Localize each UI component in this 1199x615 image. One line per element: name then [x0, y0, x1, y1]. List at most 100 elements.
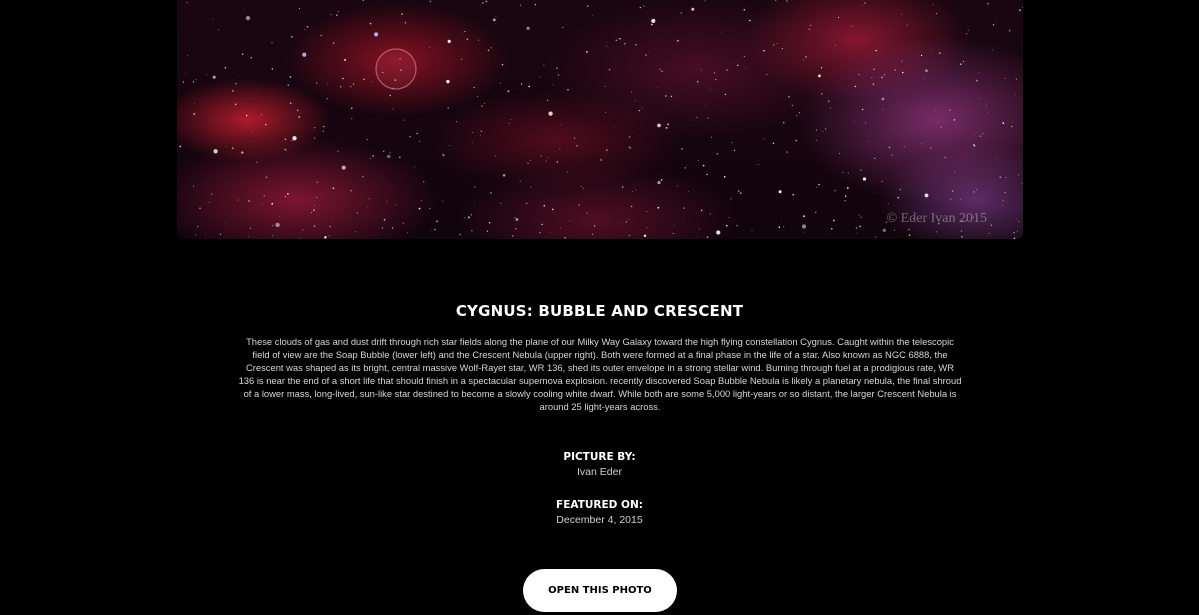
- star: [944, 156, 945, 158]
- star: [751, 230, 753, 232]
- star: [1013, 237, 1016, 239]
- star: [605, 112, 607, 113]
- star: [677, 39, 679, 42]
- star: [758, 164, 760, 166]
- star: [471, 142, 473, 144]
- star: [856, 233, 858, 235]
- star: [709, 213, 711, 215]
- star: [936, 13, 938, 14]
- star: [638, 135, 640, 137]
- star: [250, 57, 252, 59]
- star: [665, 127, 668, 129]
- star: [858, 73, 860, 76]
- star: [389, 152, 391, 154]
- star: [285, 150, 287, 152]
- star: [429, 0, 432, 3]
- star: [320, 34, 322, 37]
- star: [781, 218, 782, 220]
- star: [730, 198, 732, 200]
- star: [749, 19, 751, 22]
- star: [976, 79, 978, 82]
- star: [185, 73, 186, 75]
- star: [591, 15, 593, 17]
- star: [1002, 122, 1005, 124]
- star: [193, 185, 195, 187]
- star: [796, 114, 798, 116]
- open-photo-button[interactable]: OPEN THIS PHOTO: [523, 569, 677, 612]
- star: [430, 229, 431, 231]
- star: [625, 221, 628, 223]
- star: [842, 172, 844, 173]
- star: [1011, 125, 1013, 128]
- star: [392, 108, 394, 110]
- star: [925, 69, 928, 73]
- star: [972, 144, 975, 146]
- star: [628, 146, 631, 149]
- star: [881, 97, 885, 101]
- star: [362, 175, 364, 178]
- star: [247, 236, 249, 237]
- star: [821, 93, 823, 95]
- star: [924, 78, 925, 80]
- star: [403, 119, 405, 121]
- star: [275, 222, 280, 228]
- star: [707, 117, 709, 119]
- star: [932, 4, 934, 6]
- star: [763, 49, 765, 52]
- star: [978, 98, 980, 100]
- star: [862, 177, 867, 181]
- star: [706, 236, 709, 239]
- star: [715, 79, 717, 80]
- star: [661, 70, 663, 72]
- star: [795, 139, 797, 142]
- star: [539, 232, 541, 234]
- star: [272, 235, 274, 237]
- star: [962, 61, 964, 63]
- star: [973, 191, 975, 193]
- star: [462, 33, 463, 35]
- star: [573, 137, 576, 139]
- star: [244, 9, 245, 10]
- star: [834, 189, 836, 192]
- star: [828, 100, 830, 102]
- star: [1021, 183, 1023, 185]
- star: [492, 18, 496, 22]
- star: [271, 202, 274, 205]
- star: [960, 230, 963, 232]
- star: [449, 145, 450, 146]
- star: [1004, 77, 1006, 79]
- star: [979, 135, 982, 137]
- featured-on-label: FEATURED ON:: [556, 499, 643, 511]
- star: [930, 49, 932, 50]
- star: [791, 104, 794, 107]
- star: [559, 148, 561, 150]
- star: [691, 7, 695, 11]
- star: [930, 147, 932, 149]
- star: [446, 79, 450, 84]
- star: [976, 188, 977, 190]
- star: [635, 189, 637, 191]
- star: [871, 77, 873, 78]
- star: [237, 75, 239, 76]
- star: [937, 195, 938, 197]
- star: [471, 131, 473, 133]
- star: [1018, 221, 1019, 223]
- star: [737, 190, 740, 192]
- star: [902, 71, 904, 74]
- star: [495, 15, 497, 17]
- star: [893, 229, 895, 231]
- star: [304, 28, 306, 30]
- featured-photo[interactable]: © Eder Ivan 2015: [177, 0, 1023, 239]
- star: [182, 81, 185, 83]
- star: [404, 22, 407, 24]
- star: [815, 139, 817, 141]
- star: [245, 15, 251, 21]
- star: [936, 231, 938, 233]
- star: [818, 183, 820, 186]
- star: [401, 13, 403, 15]
- star: [327, 83, 329, 85]
- star: [778, 190, 782, 194]
- star: [944, 156, 947, 159]
- star: [844, 200, 846, 202]
- star: [418, 207, 421, 210]
